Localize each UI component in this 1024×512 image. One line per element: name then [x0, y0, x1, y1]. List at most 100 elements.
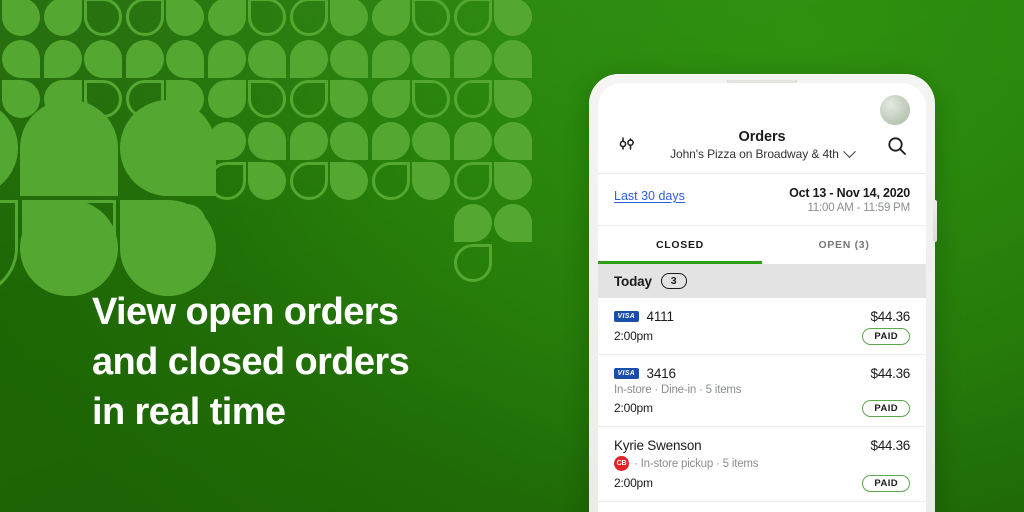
petal-shape — [494, 80, 532, 118]
order-time: 2:00pm — [614, 476, 653, 490]
app-header: Orders John's Pizza on Broadway & 4th — [598, 83, 926, 174]
petal-shape — [494, 122, 532, 160]
order-row-top: VISA 4111 $44.36 — [614, 309, 910, 324]
petal-shape — [248, 40, 286, 78]
petal-shape — [372, 40, 410, 78]
petal-shape — [84, 0, 122, 36]
status-badge: PAID — [862, 327, 910, 345]
petal-shape — [494, 0, 532, 36]
petal-shape — [290, 0, 328, 36]
order-identity: VISA 3416 — [614, 366, 676, 381]
order-meta-text: In-store · Dine-in · 5 items — [614, 384, 742, 396]
order-time: 2:00pm — [614, 329, 653, 343]
petal-shape — [454, 122, 492, 160]
time-range-value: 11:00 AM - 11:59 PM — [807, 202, 910, 214]
petal-shape — [330, 122, 368, 160]
petal-shape — [454, 80, 492, 118]
petal-shape — [330, 0, 368, 36]
phone-mockup: Orders John's Pizza on Broadway & 4th La… — [589, 74, 937, 512]
petal-shape — [330, 80, 368, 118]
date-range-value: Oct 13 - Nov 14, 2020 — [789, 186, 910, 200]
mastercard-card-icon: CB — [614, 456, 629, 471]
petal-shape — [120, 100, 216, 196]
order-identity: VISA 4111 — [614, 309, 674, 324]
petal-shape — [412, 162, 450, 200]
petal-shape — [412, 0, 450, 36]
petal-shape — [208, 40, 246, 78]
petal-shape — [126, 40, 164, 78]
order-amount: $44.36 — [870, 366, 911, 381]
search-icon[interactable] — [886, 135, 908, 157]
order-row-bottom: 2:00pm PAID — [614, 399, 910, 417]
petal-shape — [2, 0, 40, 36]
phone-side-button[interactable] — [933, 200, 937, 242]
petal-shape — [330, 40, 368, 78]
headline-line-3: in real time — [92, 391, 286, 433]
order-amount: $44.36 — [870, 309, 911, 324]
petal-shape — [166, 40, 204, 78]
order-row-bottom: 2:00pm PAID — [614, 474, 910, 492]
section-header-today: Today 3 — [598, 264, 926, 298]
order-name: 4111 — [646, 309, 674, 324]
order-list: VISA 4111 $44.36 2:00pm PAID VISA 3416 $44.36 In… — [598, 298, 926, 502]
order-meta: CB · In-store pickup · 5 items — [614, 456, 910, 471]
petal-shape — [454, 162, 492, 200]
order-row-top: VISA 3416 $44.36 — [614, 366, 910, 381]
petal-shape — [454, 204, 492, 242]
petal-shape — [120, 200, 216, 296]
petal-shape — [208, 80, 246, 118]
petal-shape — [290, 162, 328, 200]
order-row[interactable]: VISA 4111 $44.36 2:00pm PAID — [598, 298, 926, 355]
petal-shape — [248, 162, 286, 200]
petal-shape — [290, 80, 328, 118]
petal-shape — [412, 40, 450, 78]
date-range-link[interactable]: Last 30 days — [614, 189, 685, 203]
petal-shape — [454, 244, 492, 282]
order-amount: $44.36 — [870, 438, 911, 453]
petal-shape — [412, 122, 450, 160]
filter-sliders-icon[interactable] — [616, 135, 638, 157]
petal-shape — [44, 0, 82, 36]
order-name: 3416 — [646, 366, 676, 381]
date-filter-bar: Last 30 days Oct 13 - Nov 14, 2020 11:00… — [598, 174, 926, 226]
date-range-display: Oct 13 - Nov 14, 2020 11:00 AM - 11:59 P… — [789, 186, 910, 214]
petal-shape — [412, 80, 450, 118]
petal-shape — [126, 0, 164, 36]
headline-line-2: and closed orders — [92, 341, 410, 383]
petal-shape — [290, 122, 328, 160]
order-row[interactable]: VISA 3416 $44.36 In-store · Dine-in · 5 ite… — [598, 355, 926, 427]
petal-shape — [372, 162, 410, 200]
petal-shape — [20, 100, 116, 196]
petal-shape — [372, 80, 410, 118]
petal-shape — [248, 0, 286, 36]
petal-shape — [494, 162, 532, 200]
page-title: View open orders and closed orders in re… — [92, 287, 562, 437]
location-selector[interactable]: John's Pizza on Broadway & 4th — [614, 144, 910, 161]
tab-open[interactable]: OPEN (3) — [762, 226, 926, 264]
headline-line-1: View open orders — [92, 291, 399, 333]
chevron-down-icon — [842, 144, 856, 158]
petal-shape — [248, 80, 286, 118]
petal-shape — [330, 162, 368, 200]
order-meta: In-store · Dine-in · 5 items — [614, 384, 910, 396]
petal-shape — [494, 40, 532, 78]
decorative-petal-pattern — [0, 0, 560, 296]
petal-shape — [2, 40, 40, 78]
order-row[interactable]: Kyrie Swenson $44.36 CB · In-store pickup ·… — [598, 427, 926, 502]
visa-card-icon: VISA — [614, 310, 639, 323]
petal-shape — [372, 0, 410, 36]
order-name: Kyrie Swenson — [614, 438, 702, 453]
tab-closed[interactable]: CLOSED — [598, 226, 762, 264]
petal-shape — [372, 122, 410, 160]
order-tabs: CLOSED OPEN (3) — [598, 226, 926, 264]
order-row-bottom: 2:00pm PAID — [614, 327, 910, 345]
visa-card-icon: VISA — [614, 367, 639, 380]
order-time: 2:00pm — [614, 401, 653, 415]
petal-shape — [84, 40, 122, 78]
petal-shape — [208, 0, 246, 36]
petal-shape — [166, 0, 204, 36]
petal-shape — [454, 40, 492, 78]
petal-shape — [494, 204, 532, 242]
petal-shape — [290, 40, 328, 78]
section-title: Today — [614, 273, 652, 289]
